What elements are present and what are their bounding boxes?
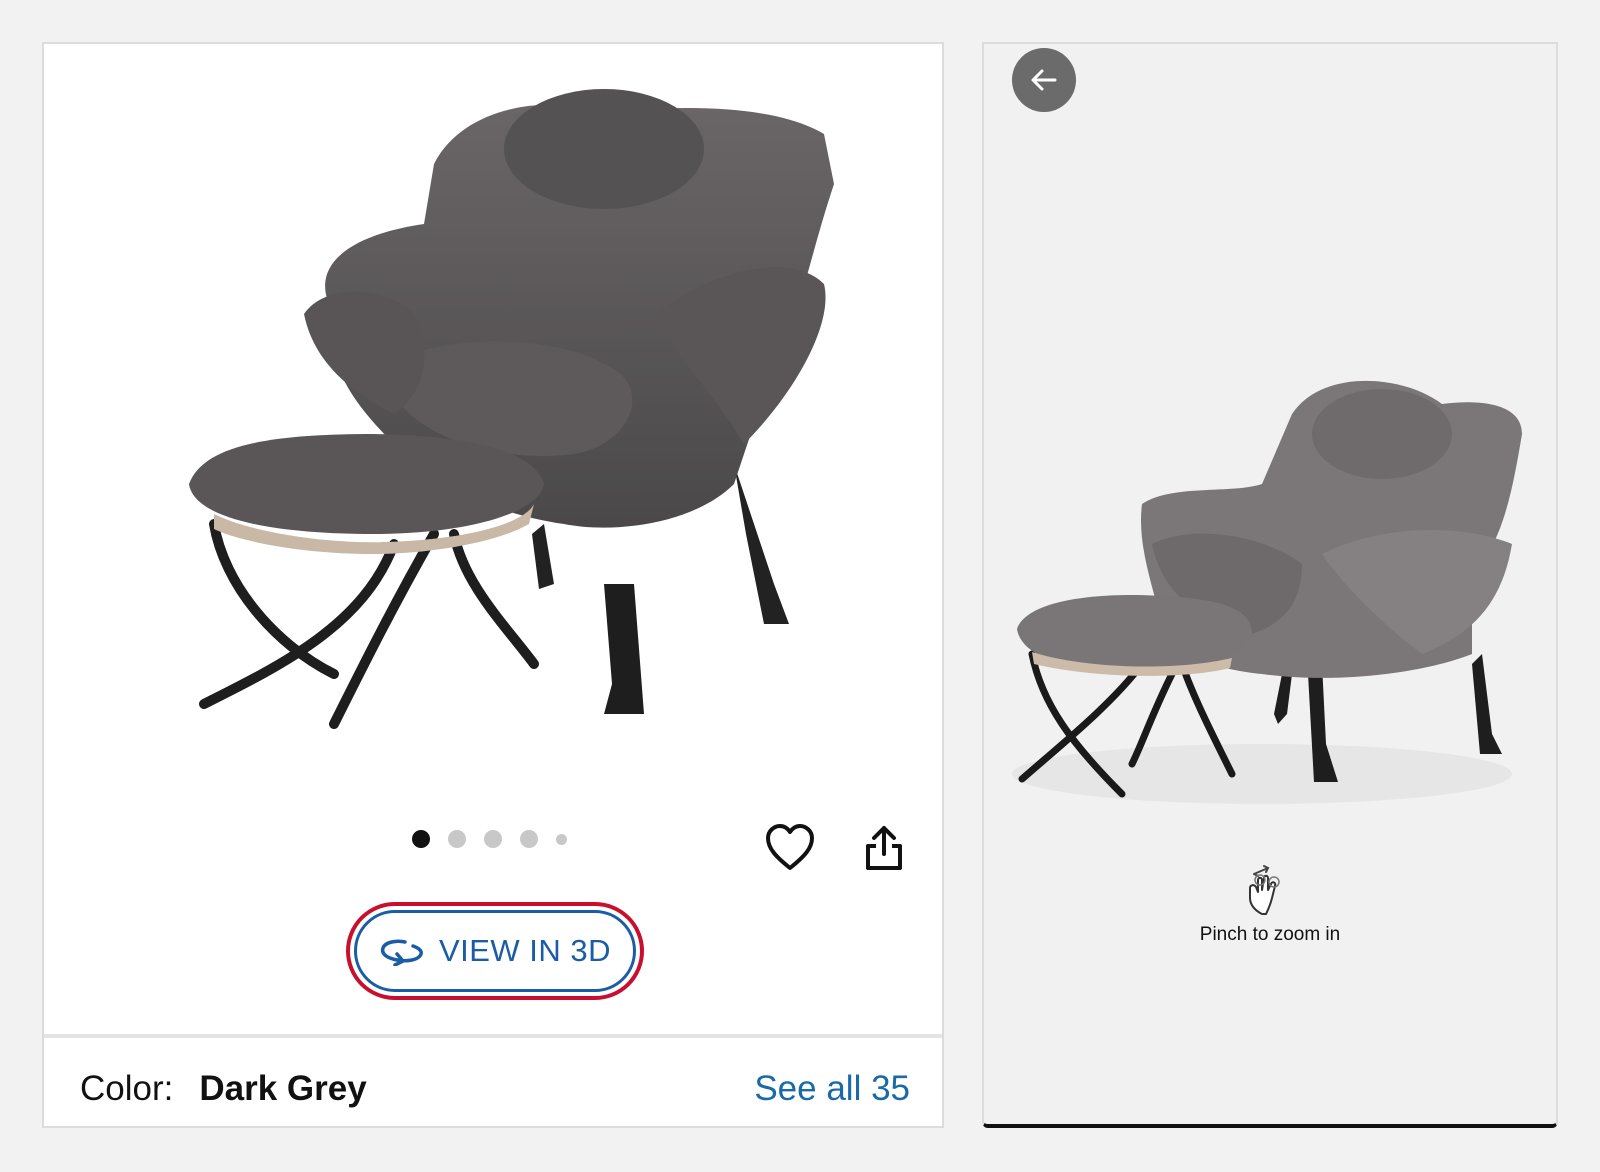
share-icon bbox=[866, 826, 902, 870]
view-in-3d-label: VIEW IN 3D bbox=[438, 933, 612, 968]
product-image-chair-ottoman[interactable] bbox=[134, 64, 854, 804]
carousel-dot[interactable] bbox=[484, 830, 502, 848]
carousel-dots bbox=[412, 830, 567, 848]
carousel-dot[interactable] bbox=[412, 830, 430, 848]
pinch-gesture-icon bbox=[1249, 865, 1280, 915]
color-value: Dark Grey bbox=[199, 1069, 367, 1108]
heart-icon bbox=[766, 824, 814, 870]
favorite-button[interactable] bbox=[762, 820, 818, 876]
color-selector-row: Color: Dark Grey See all 35 bbox=[80, 1064, 910, 1114]
carousel-dot[interactable] bbox=[556, 833, 567, 845]
color-label: Color: bbox=[80, 1069, 174, 1108]
3d-viewer-panel: Pinch to zoom in bbox=[982, 42, 1558, 1128]
back-button[interactable] bbox=[1012, 48, 1076, 112]
carousel-dot[interactable] bbox=[520, 830, 538, 848]
pinch-to-zoom-hint: Pinch to zoom in bbox=[1199, 924, 1341, 945]
arrow-left-icon bbox=[1031, 69, 1057, 91]
3d-model-view[interactable] bbox=[1002, 374, 1542, 824]
see-all-colors-link[interactable]: See all 35 bbox=[754, 1069, 910, 1109]
rotate-3d-icon bbox=[380, 939, 423, 966]
section-divider bbox=[44, 1034, 942, 1038]
view-in-3d-button[interactable]: VIEW IN 3D bbox=[354, 910, 636, 992]
share-button[interactable] bbox=[856, 820, 912, 876]
carousel-dot[interactable] bbox=[448, 830, 466, 848]
product-detail-panel: VIEW IN 3D Color: Dark Grey See all 35 bbox=[42, 42, 944, 1128]
